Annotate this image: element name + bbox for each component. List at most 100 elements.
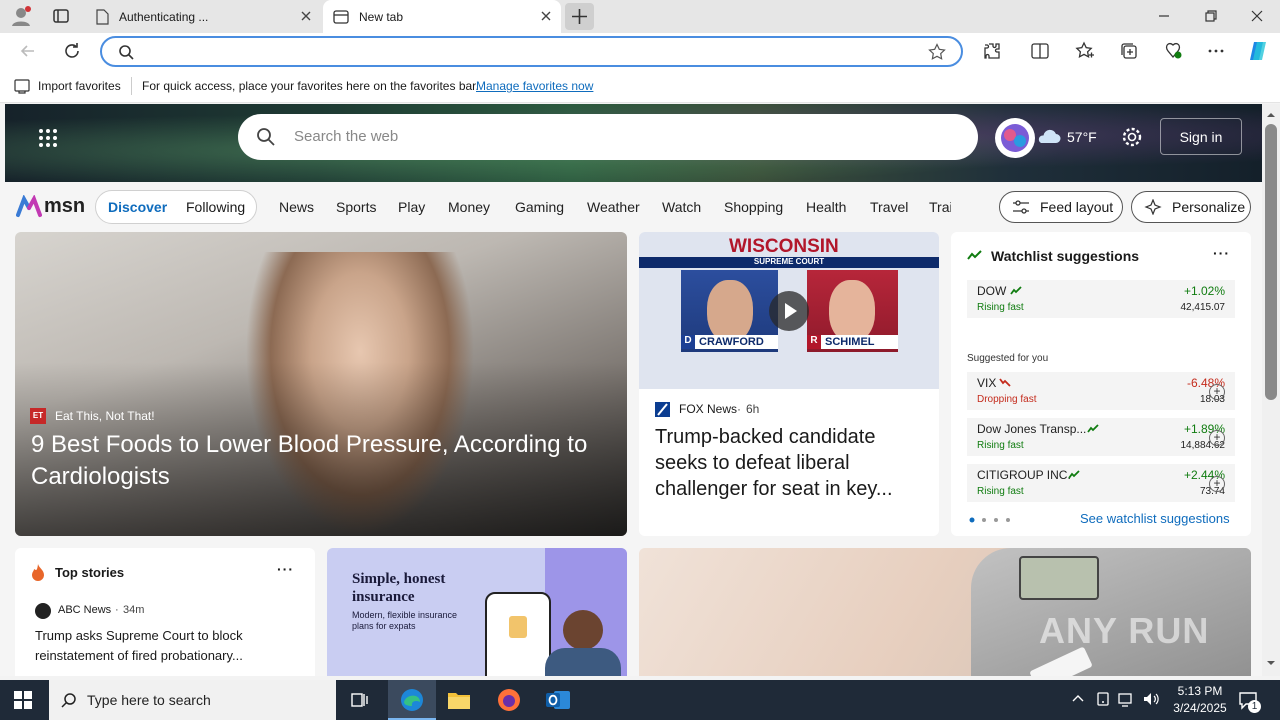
network-icon[interactable] (1118, 691, 1136, 707)
back-icon[interactable] (18, 41, 38, 61)
more-options-icon[interactable] (1206, 41, 1226, 61)
collections-icon[interactable] (1119, 41, 1139, 61)
tab-new-tab[interactable]: New tab (323, 0, 561, 33)
scrollbar-thumb[interactable] (1265, 124, 1277, 400)
nav-weather[interactable]: Weather (587, 199, 640, 215)
clock-date[interactable]: 3/24/2025 (1166, 701, 1234, 715)
close-window-icon[interactable] (1250, 9, 1264, 23)
trend-up-icon (1068, 470, 1080, 479)
firefox-icon[interactable] (497, 688, 521, 712)
personalize-button[interactable]: Personalize (1131, 191, 1251, 223)
tab-discover[interactable]: Discover (108, 199, 167, 215)
hero-headline[interactable]: 9 Best Foods to Lower Blood Pressure, Ac… (31, 429, 621, 493)
add-to-watchlist-button[interactable]: + (1209, 384, 1225, 400)
favorites-message: For quick access, place your favorites h… (142, 79, 479, 93)
health-article-card[interactable]: ANY RUN (639, 548, 1251, 676)
video-headline[interactable]: Trump-backed candidate seeks to defeat l… (655, 424, 925, 502)
favorites-icon[interactable] (1075, 41, 1095, 61)
copilot-avatar-icon[interactable] (995, 118, 1035, 158)
favorite-star-icon[interactable] (928, 43, 946, 61)
insurance-ad-card[interactable]: Simple, honest insurance Modern, flexibl… (327, 548, 627, 676)
extensions-icon[interactable] (982, 41, 1002, 61)
windows-start-icon[interactable] (14, 691, 32, 709)
watchlist-title: Watchlist suggestions (991, 248, 1140, 264)
see-watchlist-link[interactable]: See watchlist suggestions (1080, 511, 1230, 526)
weather-temp[interactable]: 57°F (1067, 129, 1097, 145)
refresh-icon[interactable] (62, 41, 82, 61)
restore-icon[interactable] (1204, 9, 1218, 23)
trend-up-icon (1087, 424, 1099, 433)
profile-icon[interactable] (10, 5, 32, 27)
nav-watch[interactable]: Watch (662, 199, 701, 215)
address-bar[interactable] (100, 36, 963, 67)
hero-article-card[interactable]: ET Eat This, Not That! 9 Best Foods to L… (15, 232, 627, 536)
divider (131, 77, 132, 95)
new-tab-button[interactable] (565, 3, 594, 30)
device-icon[interactable] (1095, 691, 1111, 707)
more-options-icon[interactable]: ··· (277, 561, 294, 577)
feed-layout-button[interactable]: Feed layout (999, 191, 1123, 223)
taskbar-search-placeholder: Type here to search (87, 692, 211, 708)
file-explorer-icon[interactable] (447, 689, 471, 711)
chevron-up-icon[interactable] (1072, 694, 1084, 702)
manage-favorites-link[interactable]: Manage favorites now (476, 79, 593, 93)
msn-logo-icon[interactable] (16, 195, 42, 219)
task-view-icon[interactable] (350, 690, 370, 710)
trend-down-icon (999, 378, 1011, 387)
video-source: FOX News (679, 402, 738, 416)
nav-health[interactable]: Health (806, 199, 846, 215)
video-article-card[interactable]: WISCONSIN SUPREME COURT D CRAWFORD R SCH… (639, 232, 939, 536)
right-name: SCHIMEL (825, 336, 875, 348)
page-icon (95, 8, 109, 25)
minimize-icon[interactable] (1157, 9, 1171, 23)
tab-authenticating[interactable]: Authenticating ... (85, 0, 321, 33)
stock-name: CITIGROUP INC. (977, 468, 1071, 482)
close-tab-icon[interactable] (539, 9, 553, 23)
nav-play[interactable]: Play (398, 199, 425, 215)
sign-in-button[interactable]: Sign in (1160, 118, 1242, 155)
page-scrollbar[interactable] (1262, 104, 1280, 676)
close-tab-icon[interactable] (299, 9, 313, 23)
nav-news[interactable]: News (279, 199, 314, 215)
stock-row-vix[interactable]: VIX Dropping fast -6.48% 18.03 (967, 372, 1235, 410)
favorites-bar: Import favorites For quick access, place… (0, 69, 1280, 103)
settings-gear-icon[interactable] (1121, 126, 1143, 148)
add-to-watchlist-button[interactable]: + (1209, 430, 1225, 446)
personalize-label: Personalize (1172, 199, 1246, 215)
volume-icon[interactable] (1142, 691, 1160, 707)
scroll-up-icon[interactable] (1266, 112, 1276, 118)
eat-this-logo-icon: ET (30, 408, 46, 424)
story-headline[interactable]: Trump asks Supreme Court to block reinst… (35, 626, 303, 666)
nav-sports[interactable]: Sports (336, 199, 376, 215)
search-icon (61, 692, 77, 708)
split-screen-icon[interactable] (1030, 41, 1050, 61)
clock-time[interactable]: 5:13 PM (1174, 684, 1226, 698)
add-to-watchlist-button[interactable]: + (1209, 476, 1225, 492)
web-search-box[interactable]: Search the web (238, 114, 978, 160)
nav-money[interactable]: Money (448, 199, 490, 215)
taskbar-edge-button[interactable] (388, 680, 436, 720)
import-favorites-button[interactable]: Import favorites (38, 79, 121, 93)
scroll-down-icon[interactable] (1266, 660, 1276, 666)
stock-change: +1.02% (1183, 284, 1225, 298)
banner-title: WISCONSIN (729, 236, 839, 257)
stock-row-dow[interactable]: DOW Rising fast +1.02% 42,415.07 (967, 280, 1235, 318)
nav-travel[interactable]: Travel (870, 199, 908, 215)
nav-traffic[interactable]: Trai (929, 199, 951, 215)
outlook-icon[interactable] (545, 688, 571, 712)
app-launcher-icon[interactable] (38, 128, 58, 148)
more-options-icon[interactable]: ··· (1213, 245, 1230, 261)
stock-row-citigroup[interactable]: CITIGROUP INC. Rising fast +2.44% 73.74 (967, 464, 1235, 502)
tab-actions-icon[interactable] (52, 7, 70, 25)
dot-separator: · (737, 402, 741, 416)
taskbar-search-box[interactable]: Type here to search (49, 680, 336, 720)
browser-essentials-icon[interactable] (1163, 41, 1183, 61)
hero-banner: Search the web 57°F Sign in (5, 104, 1262, 182)
stock-row-transport[interactable]: Dow Jones Transp... Rising fast +1.89% 1… (967, 418, 1235, 456)
nav-shopping[interactable]: Shopping (724, 199, 783, 215)
nav-gaming[interactable]: Gaming (515, 199, 564, 215)
copilot-icon[interactable] (1246, 39, 1270, 63)
carousel-dots[interactable] (969, 517, 1015, 523)
play-icon[interactable] (769, 291, 809, 331)
tab-following[interactable]: Following (186, 199, 245, 215)
